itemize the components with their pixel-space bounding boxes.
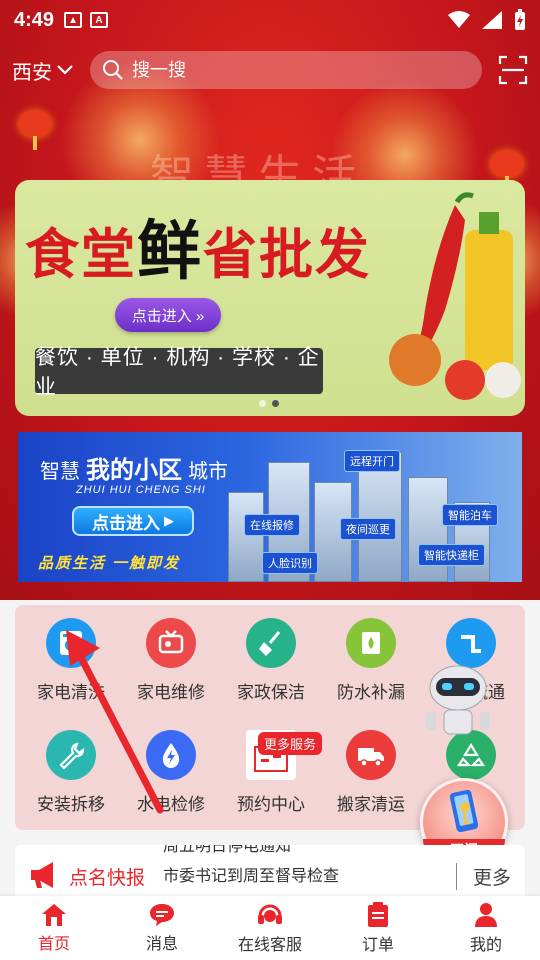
- food-banner-tags: 餐饮 · 单位 · 机构 · 学校 · 企业: [35, 346, 323, 399]
- broom-icon: [246, 618, 296, 668]
- feature-tag: 远程开门: [344, 450, 400, 472]
- building-illustration: [408, 477, 448, 582]
- tab-messages[interactable]: 消息: [108, 896, 216, 960]
- waterproof-icon: [346, 618, 396, 668]
- feature-tag: 在线报修: [244, 514, 300, 536]
- tab-online-service[interactable]: 在线客服: [216, 896, 324, 960]
- community-enter-label: 点击进入: [92, 513, 160, 533]
- image-icon: ▲: [64, 12, 83, 28]
- service-label: 防水补漏: [337, 683, 405, 702]
- service-label: 预约中心: [237, 795, 305, 814]
- robot-assistant-icon[interactable]: [420, 660, 496, 740]
- vegetables-illustration: [389, 192, 521, 400]
- signal-icon: [482, 11, 502, 29]
- community-banner-subtitle: ZHUI HUI CHENG SHI: [76, 484, 206, 496]
- service-label: 搬家清运: [337, 795, 405, 814]
- community-title-suffix: 城市: [188, 461, 228, 483]
- tab-label: 订单: [361, 936, 394, 954]
- more-services-badge[interactable]: 更多服务: [258, 732, 323, 755]
- banner-food-title-fresh: 鲜: [137, 214, 203, 289]
- carousel-dot-active[interactable]: [272, 400, 279, 407]
- tab-profile[interactable]: 我的: [432, 896, 540, 960]
- bottom-tab-bar: 首页 消息 在线客服 订单 我的: [0, 896, 540, 960]
- banner-food-title-part2: 省批发: [203, 222, 371, 286]
- lantern-decoration: [490, 150, 524, 190]
- community-banner[interactable]: 智慧 我的小区 城市 ZHUI HUI CHENG SHI 点击进入 ▶ 品质生…: [18, 432, 522, 582]
- status-bar: 4:49 ▲ A: [0, 0, 540, 40]
- order-icon: [368, 901, 388, 927]
- tab-label: 在线客服: [237, 936, 302, 954]
- banner-food-title: 食堂鲜省批发: [25, 200, 371, 292]
- truck-icon: [346, 730, 396, 780]
- building-illustration: [228, 492, 264, 582]
- battery-charging-icon: [515, 9, 525, 30]
- feature-tag: 人脸识别: [262, 552, 318, 574]
- search-bar[interactable]: [90, 51, 482, 89]
- tab-label: 消息: [145, 935, 178, 953]
- bulletin-more-link[interactable]: 更多: [455, 863, 511, 890]
- service-housekeeping[interactable]: 家政保洁: [221, 618, 321, 718]
- food-wholesale-banner[interactable]: 食堂鲜省批发 点击进入 » 餐饮 · 单位 · 机构 · 学校 · 企业: [15, 180, 525, 416]
- feature-tag: 智能快递柜: [418, 544, 485, 566]
- bulletin-line[interactable]: 市委书记到周至督导检查: [163, 865, 453, 889]
- status-time: 4:49: [14, 8, 55, 31]
- bulletin-label: 点名快报: [69, 868, 146, 889]
- font-icon: A: [90, 12, 109, 28]
- service-moving[interactable]: 搬家清运: [321, 730, 421, 830]
- carousel-dots: [259, 400, 279, 407]
- headset-icon: [258, 904, 282, 924]
- megaphone-icon: [31, 862, 53, 888]
- service-label: 家政保洁: [237, 683, 305, 702]
- community-title-prefix: 智慧: [40, 461, 80, 483]
- scan-icon[interactable]: [498, 55, 528, 85]
- community-title-main: 我的小区: [86, 457, 182, 484]
- chevron-down-icon: [57, 65, 73, 75]
- home-icon: [42, 903, 66, 926]
- tab-home[interactable]: 首页: [0, 896, 108, 960]
- bulletin-line[interactable]: 周五明日停电通知: [163, 845, 453, 859]
- feature-tag: 智能泊车: [442, 504, 498, 526]
- message-icon: [150, 903, 174, 926]
- city-name: 西安: [12, 61, 52, 84]
- wifi-icon: [448, 11, 470, 28]
- search-input[interactable]: [132, 59, 432, 81]
- community-enter-button[interactable]: 点击进入 ▶: [72, 506, 194, 536]
- banner-food-title-part1: 食堂: [25, 222, 137, 286]
- phone-key-icon: [449, 789, 479, 833]
- community-banner-title: 智慧 我的小区 城市: [40, 450, 228, 485]
- lantern-decoration: [18, 110, 52, 150]
- tab-label: 首页: [37, 935, 70, 953]
- user-icon: [475, 902, 497, 927]
- feature-tag: 夜间巡更: [340, 518, 396, 540]
- arrow-annotation-icon: [66, 630, 164, 814]
- community-banner-slogan: 品质生活 一触即发: [38, 555, 181, 572]
- carousel-dot[interactable]: [259, 400, 266, 407]
- tab-orders[interactable]: 订单: [324, 896, 432, 960]
- search-icon: [103, 60, 123, 80]
- city-selector[interactable]: 西安: [12, 56, 90, 85]
- food-enter-button[interactable]: 点击进入 »: [115, 298, 221, 332]
- arrow-right-icon: ▶: [164, 513, 174, 528]
- service-waterproofing[interactable]: 防水补漏: [321, 618, 421, 718]
- tab-label: 我的: [469, 936, 502, 954]
- top-bar: 西安: [0, 48, 540, 92]
